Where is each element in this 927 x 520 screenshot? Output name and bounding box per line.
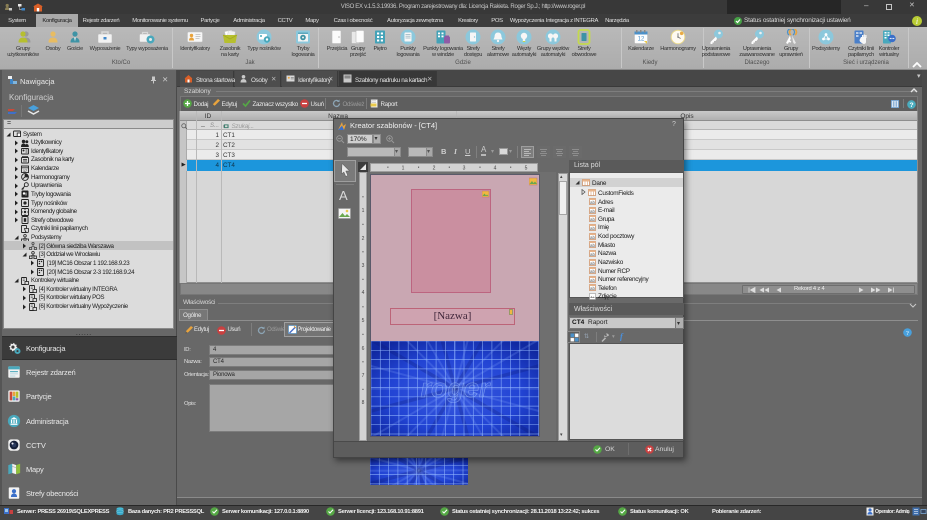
svg-text:3: 3 (463, 166, 466, 172)
svg-text:ab: ab (590, 278, 596, 283)
svg-text:i: i (916, 17, 918, 26)
svg-text:12: 12 (638, 37, 645, 43)
svg-text:ab: ab (590, 243, 596, 248)
svg-text:3: 3 (361, 263, 364, 269)
svg-text:1: 1 (361, 208, 364, 214)
svg-text:17: 17 (23, 168, 27, 172)
svg-text:4: 4 (361, 290, 364, 296)
svg-text:6: 6 (361, 346, 364, 352)
svg-text:2: 2 (433, 166, 436, 172)
svg-text:7: 7 (361, 373, 364, 379)
svg-text:ab: ab (590, 269, 596, 274)
svg-text:ab: ab (590, 226, 596, 231)
svg-text:5: 5 (361, 318, 364, 324)
svg-text:ab: ab (590, 208, 596, 213)
svg-text:ab: ab (590, 200, 596, 205)
svg-text:ab: ab (590, 234, 596, 239)
svg-text:ab: ab (590, 252, 596, 257)
svg-text:ab: ab (590, 217, 596, 222)
svg-text:roger: roger (420, 373, 491, 403)
svg-text:2: 2 (361, 236, 364, 242)
svg-text:4: 4 (494, 166, 497, 172)
svg-text:8: 8 (361, 400, 364, 406)
svg-text:ab: ab (590, 260, 596, 265)
svg-text:5: 5 (525, 166, 528, 172)
svg-text:?: ? (906, 330, 909, 337)
svg-text:1: 1 (402, 166, 405, 172)
svg-text:ab: ab (590, 286, 596, 291)
svg-text:?: ? (909, 102, 913, 109)
